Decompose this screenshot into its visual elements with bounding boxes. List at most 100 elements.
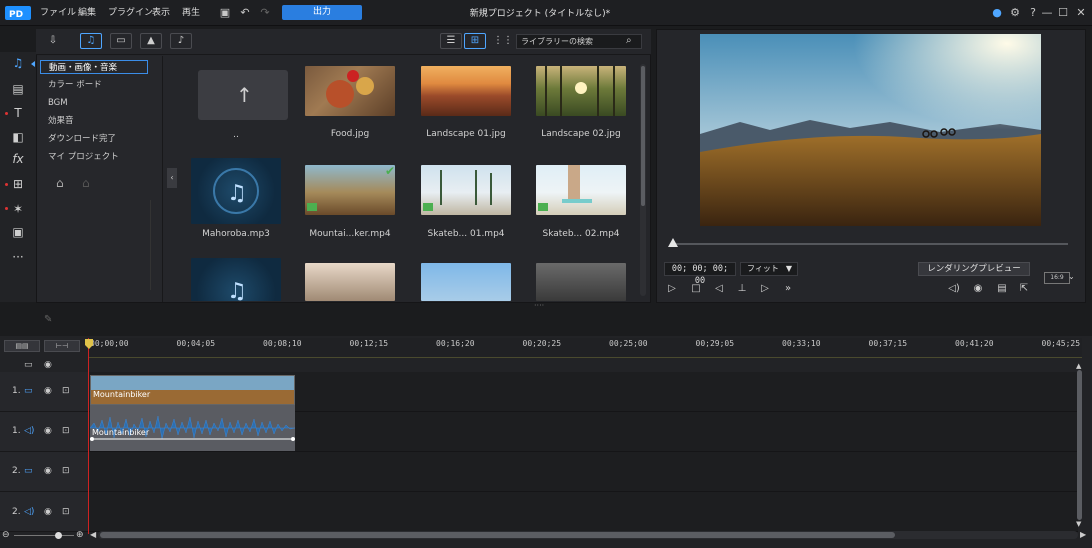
aspect-ratio-button[interactable]: 16:9 — [1044, 272, 1070, 284]
timeline-view-button[interactable]: ▤▤ — [4, 340, 40, 352]
remove-tag-icon[interactable]: ⌂ — [82, 176, 90, 190]
video-thumb[interactable] — [305, 263, 395, 301]
menu-view[interactable]: 表示 — [152, 5, 170, 21]
menu-file[interactable]: ファイル — [40, 5, 76, 21]
zoom-slider[interactable] — [14, 535, 74, 536]
export-button[interactable]: 出力 — [282, 5, 362, 20]
scroll-right-icon[interactable]: ▶ — [1080, 530, 1086, 539]
category-item[interactable]: 動画・画像・音楽 — [40, 60, 148, 74]
collapse-panel-button[interactable]: ‹ — [167, 168, 177, 188]
skate01-thumb[interactable] — [421, 165, 511, 215]
next-frame-icon[interactable]: ▷ — [759, 283, 771, 295]
undo-icon[interactable]: ↶ — [238, 6, 252, 20]
video-thumb[interactable] — [421, 263, 511, 301]
redo-icon[interactable]: ↷ — [258, 6, 272, 20]
storyboard-view-button[interactable]: ⊢⊣ — [44, 340, 80, 352]
subtitle-room-icon[interactable]: ▣ — [8, 223, 28, 241]
list-view-icon[interactable]: ☰ — [440, 33, 462, 49]
scroll-up-icon[interactable]: ▲ — [1076, 362, 1081, 370]
category-item[interactable]: BGM — [40, 96, 148, 110]
up-folder-thumb[interactable]: ↑ — [198, 70, 288, 120]
food-thumb[interactable] — [305, 66, 395, 116]
pip-room-icon[interactable]: ⊞ — [8, 175, 28, 193]
timeline-hscroll-thumb[interactable] — [100, 532, 895, 538]
menu-play[interactable]: 再生 — [182, 5, 200, 21]
preview-seek-bar[interactable] — [672, 243, 1068, 245]
landscape02-thumb[interactable] — [536, 66, 626, 116]
transition-room-icon[interactable]: ◧ — [8, 128, 28, 146]
import-icon[interactable]: ⇩ — [42, 33, 64, 49]
audio-thumb[interactable]: ♫ — [191, 158, 281, 224]
eye-icon[interactable]: ◉ — [44, 426, 52, 436]
edit-pencil-icon[interactable]: ✎ — [44, 314, 52, 325]
timecode-display[interactable]: 00; 00; 00; 00 — [664, 262, 736, 286]
landscape01-thumb[interactable] — [421, 66, 511, 116]
playhead[interactable] — [88, 338, 89, 534]
search-icon[interactable]: ⌕ — [626, 35, 632, 46]
chevron-down-icon[interactable]: ⌄ — [1068, 272, 1075, 281]
video-clip[interactable]: Mountainbiker — [90, 375, 295, 405]
track-row[interactable] — [88, 492, 1078, 532]
category-item[interactable]: マイ プロジェクト — [40, 150, 148, 164]
maximize-icon[interactable]: ☐ — [1056, 6, 1070, 20]
grid-view-icon[interactable]: ⊞ — [464, 33, 486, 49]
eye-icon[interactable]: ◉ — [44, 386, 52, 396]
lock-icon[interactable]: ⊡ — [62, 426, 70, 436]
eye-icon[interactable]: ◉ — [44, 466, 52, 476]
notification-icon[interactable]: ● — [990, 6, 1004, 20]
menu-edit[interactable]: 編集 — [78, 5, 96, 21]
category-scrollbar[interactable] — [150, 200, 156, 290]
render-preview-button[interactable]: レンダリングプレビュー — [918, 262, 1030, 276]
track-row[interactable] — [88, 452, 1078, 492]
category-item[interactable]: ダウンロード完了 — [40, 132, 148, 146]
audio-thumb[interactable]: ♫ — [191, 258, 281, 301]
minimize-icon[interactable]: — — [1040, 6, 1054, 20]
timeline-vscroll[interactable] — [1077, 370, 1082, 520]
eye-icon[interactable]: ◉ — [44, 360, 52, 370]
zoom-select[interactable]: フィット ▼ — [740, 262, 798, 276]
more-icon[interactable]: ··· — [8, 248, 28, 266]
track-display-icon[interactable]: ▭ — [24, 360, 33, 370]
timeline-ruler[interactable] — [88, 338, 1082, 358]
category-item[interactable]: 効果音 — [40, 114, 148, 128]
fast-forward-icon[interactable]: » — [782, 283, 794, 295]
lock-icon[interactable]: ⊡ — [62, 507, 70, 517]
audio-clip[interactable]: Mountainbiker — [90, 405, 295, 451]
skate02-thumb[interactable] — [536, 165, 626, 215]
scroll-left-icon[interactable]: ◀ — [90, 530, 96, 539]
zoom-in-icon[interactable]: ⊕ — [76, 530, 84, 540]
subtitle-icon[interactable]: ▤ — [996, 283, 1008, 295]
camera-icon[interactable]: ◉ — [972, 283, 984, 295]
seek-handle[interactable] — [668, 238, 678, 247]
library-search-input[interactable]: ライブラリーの検索 — [516, 34, 642, 49]
save-icon[interactable]: ▣ — [218, 6, 232, 20]
category-item[interactable]: カラー ボード — [40, 78, 148, 92]
add-tag-icon[interactable]: ⌂ — [56, 176, 64, 190]
lock-icon[interactable]: ⊡ — [62, 466, 70, 476]
filter-image-icon[interactable]: ▲ — [140, 33, 162, 49]
zoom-out-icon[interactable]: ⊖ — [2, 530, 10, 540]
undock-icon[interactable]: ⇱ — [1018, 283, 1030, 295]
filter-music-icon[interactable]: ♫ — [80, 33, 102, 49]
prev-frame-icon[interactable]: ◁ — [713, 283, 725, 295]
eye-icon[interactable]: ◉ — [44, 507, 52, 517]
play-icon[interactable]: ▷ — [666, 283, 678, 295]
volume-icon[interactable]: ◁) — [948, 283, 960, 295]
video-thumb[interactable] — [536, 263, 626, 301]
close-icon[interactable]: ✕ — [1074, 6, 1088, 20]
snapshot-frame-icon[interactable]: ⊥ — [736, 283, 748, 295]
zoom-slider-handle[interactable] — [55, 532, 62, 539]
filter-video-icon[interactable]: ▭ — [110, 33, 132, 49]
lock-icon[interactable]: ⊡ — [62, 386, 70, 396]
mountainbiker-thumb[interactable] — [305, 165, 395, 215]
template-room-icon[interactable]: ▤ — [8, 80, 28, 98]
resize-handle[interactable]: ···· — [534, 301, 544, 310]
media-room-icon[interactable]: ♫ — [8, 54, 28, 72]
stop-icon[interactable]: □ — [690, 283, 702, 295]
effect-room-icon[interactable]: fx — [8, 150, 28, 168]
thumbnail-size-icon[interactable]: ⋮⋮ — [492, 33, 514, 49]
particle-room-icon[interactable]: ✶ — [8, 200, 28, 218]
help-icon[interactable]: ? — [1026, 6, 1040, 20]
library-scroll-thumb[interactable] — [641, 66, 645, 206]
gear-icon[interactable]: ⚙ — [1008, 6, 1022, 20]
